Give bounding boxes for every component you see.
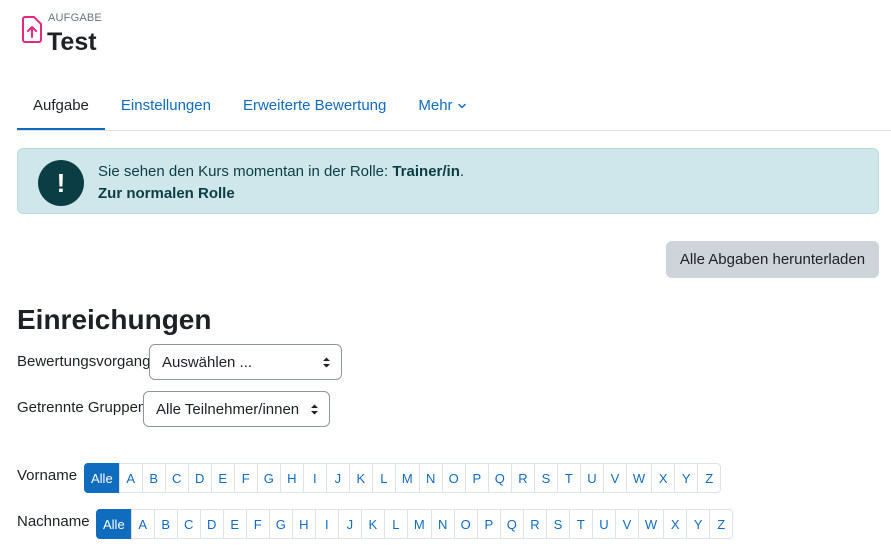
- firstname-initial-g[interactable]: G: [256, 463, 281, 493]
- lastname-initial-o[interactable]: O: [453, 509, 478, 539]
- lastname-initial-t[interactable]: T: [568, 509, 593, 539]
- lastname-initial-a[interactable]: A: [130, 509, 155, 539]
- role-alert-text: Sie sehen den Kurs momentan in der Rolle…: [98, 163, 464, 180]
- firstname-initial-k[interactable]: K: [348, 463, 373, 493]
- lastname-initial-l[interactable]: L: [383, 509, 408, 539]
- firstname-initial-a[interactable]: A: [118, 463, 143, 493]
- firstname-initial-x[interactable]: X: [651, 463, 676, 493]
- firstname-initial-q[interactable]: Q: [487, 463, 512, 493]
- firstname-initial-d[interactable]: D: [187, 463, 212, 493]
- assignment-upload-icon: [22, 16, 42, 43]
- lastname-initial-b[interactable]: B: [153, 509, 178, 539]
- download-all-submissions-button[interactable]: Alle Abgaben herunterladen: [666, 241, 879, 278]
- grading-action-value: Auswählen ...: [162, 353, 253, 371]
- lastname-filter-label: Nachname: [17, 513, 90, 530]
- groups-label: Getrennte Gruppen: [17, 399, 147, 416]
- firstname-initial-r[interactable]: R: [510, 463, 535, 493]
- grading-action-label: Bewertungsvorgang: [17, 353, 151, 370]
- role-name: Trainer/in: [392, 163, 460, 180]
- lastname-initials-bar: Alle ABCDEFGHIJKLMNOPQRSTUVWXYZ: [96, 509, 734, 539]
- lastname-initial-y[interactable]: Y: [686, 509, 711, 539]
- firstname-initial-l[interactable]: L: [371, 463, 396, 493]
- role-alert: ! Sie sehen den Kurs momentan in der Rol…: [17, 148, 879, 214]
- firstname-initial-v[interactable]: V: [602, 463, 627, 493]
- page-title: Test: [47, 28, 97, 56]
- tab-label: Erweiterte Bewertung: [242, 97, 387, 114]
- lastname-initial-u[interactable]: U: [591, 509, 616, 539]
- tab-label: Aufgabe: [33, 97, 89, 114]
- firstname-initial-y[interactable]: Y: [674, 463, 699, 493]
- firstname-initial-o[interactable]: O: [441, 463, 466, 493]
- firstname-filter-label: Vorname: [17, 467, 78, 484]
- lastname-initial-r[interactable]: R: [522, 509, 547, 539]
- firstname-initial-n[interactable]: N: [418, 463, 443, 493]
- lastname-initial-w[interactable]: W: [637, 509, 665, 539]
- firstname-initial-w[interactable]: W: [625, 463, 653, 493]
- groups-select[interactable]: Alle Teilnehmer/innen: [143, 391, 330, 427]
- lastname-initial-q[interactable]: Q: [499, 509, 524, 539]
- select-caret-icon: [311, 404, 318, 415]
- groups-value: Alle Teilnehmer/innen: [156, 400, 300, 418]
- firstname-initials-bar: Alle ABCDEFGHIJKLMNOPQRSTUVWXYZ: [84, 463, 722, 493]
- tab-mehr[interactable]: Mehr: [402, 80, 482, 131]
- firstname-initial-b[interactable]: B: [141, 463, 166, 493]
- lastname-initial-i[interactable]: I: [314, 509, 339, 539]
- tabs-divider: [17, 130, 891, 131]
- firstname-initial-z[interactable]: Z: [697, 463, 722, 493]
- firstname-initial-e[interactable]: E: [210, 463, 235, 493]
- lastname-initial-h[interactable]: H: [291, 509, 316, 539]
- chevron-down-icon: [457, 103, 466, 108]
- firstname-initial-f[interactable]: F: [233, 463, 258, 493]
- lastname-initial-e[interactable]: E: [222, 509, 247, 539]
- lastname-initial-v[interactable]: V: [614, 509, 639, 539]
- firstname-initial-j[interactable]: J: [325, 463, 350, 493]
- firstname-initial-all[interactable]: Alle: [84, 463, 120, 493]
- lastname-initial-all[interactable]: Alle: [96, 509, 132, 539]
- firstname-initial-h[interactable]: H: [279, 463, 304, 493]
- lastname-initial-j[interactable]: J: [337, 509, 362, 539]
- tab-einstellungen[interactable]: Einstellungen: [105, 80, 227, 131]
- lastname-initial-x[interactable]: X: [663, 509, 688, 539]
- role-alert-prefix: Sie sehen den Kurs momentan in der Rolle…: [98, 163, 393, 180]
- lastname-initial-k[interactable]: K: [360, 509, 385, 539]
- tab-aufgabe[interactable]: Aufgabe: [17, 80, 105, 131]
- tab-label: Mehr: [418, 97, 453, 114]
- firstname-initial-s[interactable]: S: [533, 463, 558, 493]
- grading-action-select[interactable]: Auswählen ...: [149, 344, 342, 380]
- secondary-navigation: Aufgabe Einstellungen Erweiterte Bewertu…: [17, 80, 483, 131]
- firstname-initial-u[interactable]: U: [579, 463, 604, 493]
- tab-label: Einstellungen: [120, 97, 211, 114]
- lastname-initial-n[interactable]: N: [430, 509, 455, 539]
- role-alert-suffix: .: [459, 163, 465, 180]
- lastname-initial-z[interactable]: Z: [709, 509, 734, 539]
- firstname-initial-t[interactable]: T: [556, 463, 581, 493]
- firstname-initial-c[interactable]: C: [164, 463, 189, 493]
- lastname-initial-p[interactable]: P: [476, 509, 501, 539]
- lastname-initial-f[interactable]: F: [245, 509, 270, 539]
- firstname-initial-i[interactable]: I: [302, 463, 327, 493]
- select-caret-icon: [323, 357, 330, 368]
- lastname-initial-m[interactable]: M: [406, 509, 432, 539]
- lastname-initial-c[interactable]: C: [176, 509, 201, 539]
- lastname-initial-d[interactable]: D: [199, 509, 224, 539]
- tab-erweiterte-bewertung[interactable]: Erweiterte Bewertung: [227, 80, 402, 131]
- return-to-normal-role-link[interactable]: Zur normalen Rolle: [98, 185, 235, 202]
- exclamation-icon: !: [38, 160, 84, 206]
- lastname-initial-g[interactable]: G: [268, 509, 293, 539]
- lastname-initial-s[interactable]: S: [545, 509, 570, 539]
- firstname-initial-m[interactable]: M: [394, 463, 420, 493]
- firstname-initial-p[interactable]: P: [464, 463, 489, 493]
- activity-type-label: AUFGABE: [48, 12, 102, 24]
- section-title: Einreichungen: [17, 304, 212, 335]
